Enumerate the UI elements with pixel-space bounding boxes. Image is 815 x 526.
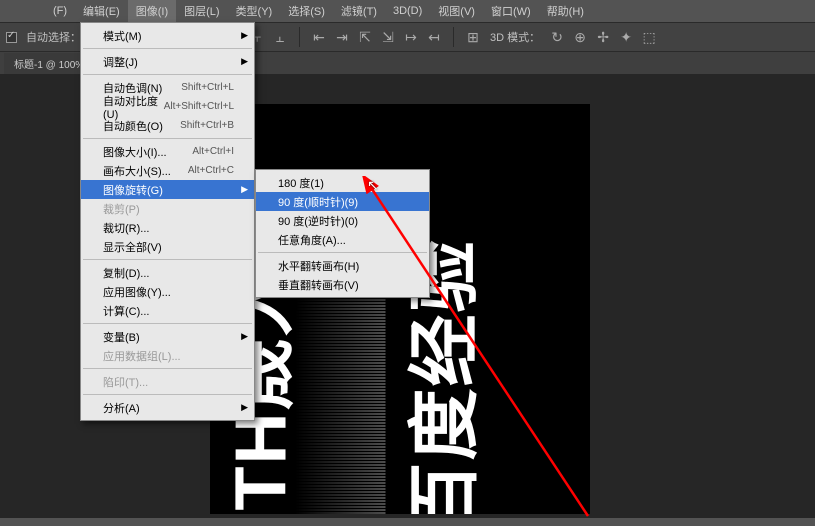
menu-window[interactable]: 窗口(W) <box>483 0 539 22</box>
3d-tool-icon[interactable]: ✢ <box>592 26 614 48</box>
menu-item-variables[interactable]: 变量(B)▶ <box>81 327 254 346</box>
menu-item-90cw[interactable]: 90 度(顺时针)(9) <box>256 192 429 211</box>
rotation-submenu: 180 度(1) 90 度(顺时针)(9) 90 度(逆时针)(0) 任意角度(… <box>255 169 430 298</box>
3d-tool-icon[interactable]: ⬚ <box>638 26 660 48</box>
align-icon[interactable]: ⫠ <box>269 26 291 48</box>
submenu-arrow-icon: ▶ <box>241 331 248 342</box>
menu-item-mode[interactable]: 模式(M)▶ <box>81 26 254 45</box>
menu-item-auto-color[interactable]: 自动颜色(O)Shift+Ctrl+B <box>81 116 254 135</box>
menu-item-duplicate[interactable]: 复制(D)... <box>81 263 254 282</box>
distribute-icon[interactable]: ↦ <box>400 26 422 48</box>
distribute-icon[interactable]: ⇱ <box>354 26 376 48</box>
submenu-arrow-icon: ▶ <box>241 402 248 413</box>
menu-item-90ccw[interactable]: 90 度(逆时针)(0) <box>256 211 429 230</box>
main-menubar: (F) 编辑(E) 图像(I) 图层(L) 类型(Y) 选择(S) 滤镜(T) … <box>0 0 815 22</box>
menu-divider <box>258 252 427 253</box>
3d-tool-icon[interactable]: ↻ <box>546 26 568 48</box>
menu-item-auto-contrast[interactable]: 自动对比度(U)Alt+Shift+Ctrl+L <box>81 97 254 116</box>
3d-tool-icon[interactable]: ⊕ <box>569 26 591 48</box>
menu-select[interactable]: 选择(S) <box>280 0 333 22</box>
menu-item-arbitrary[interactable]: 任意角度(A)... <box>256 230 429 249</box>
menu-3d[interactable]: 3D(D) <box>385 2 430 20</box>
menu-item-flip-v[interactable]: 垂直翻转画布(V) <box>256 275 429 294</box>
document[interactable]: TH晟人 百度经验 <box>210 104 590 514</box>
menu-item-image-rotation[interactable]: 图像旋转(G)▶ <box>81 180 254 199</box>
image-menu-dropdown: 模式(M)▶ 调整(J)▶ 自动色调(N)Shift+Ctrl+L 自动对比度(… <box>80 22 255 421</box>
menu-divider <box>83 138 252 139</box>
menu-item-calculations[interactable]: 计算(C)... <box>81 301 254 320</box>
menu-divider <box>83 394 252 395</box>
menu-item-trap: 陷印(T)... <box>81 372 254 391</box>
distribute-group: ⇤ ⇥ ⇱ ⇲ ↦ ↤ <box>308 26 445 48</box>
auto-select-checkbox[interactable] <box>6 32 17 43</box>
menu-file[interactable]: (F) <box>45 2 75 20</box>
submenu-arrow-icon: ▶ <box>241 56 248 67</box>
menu-divider <box>83 368 252 369</box>
menu-item-reveal-all[interactable]: 显示全部(V) <box>81 237 254 256</box>
distribute-icon[interactable]: ⇲ <box>377 26 399 48</box>
menu-edit[interactable]: 编辑(E) <box>75 0 128 22</box>
menu-divider <box>83 48 252 49</box>
menu-item-trim[interactable]: 裁切(R)... <box>81 218 254 237</box>
mode-label-3d: 3D 模式： <box>490 29 540 45</box>
menu-type[interactable]: 类型(Y) <box>228 0 281 22</box>
menu-image[interactable]: 图像(I) <box>128 0 176 22</box>
menu-item-adjustments[interactable]: 调整(J)▶ <box>81 52 254 71</box>
menu-item-180[interactable]: 180 度(1) <box>256 173 429 192</box>
separator <box>453 27 454 47</box>
distribute-icon[interactable]: ⇥ <box>331 26 353 48</box>
mouse-cursor-icon: ↖ <box>367 177 379 194</box>
toolbar-icon[interactable]: ⊞ <box>462 26 484 48</box>
distribute-icon[interactable]: ↤ <box>423 26 445 48</box>
menu-view[interactable]: 视图(V) <box>430 0 483 22</box>
menu-item-flip-h[interactable]: 水平翻转画布(H) <box>256 256 429 275</box>
menu-layer[interactable]: 图层(L) <box>176 0 227 22</box>
menu-divider <box>83 323 252 324</box>
3d-tool-icon[interactable]: ✦ <box>615 26 637 48</box>
menu-item-apply-data-set: 应用数据组(L)... <box>81 346 254 365</box>
separator <box>299 27 300 47</box>
menu-help[interactable]: 帮助(H) <box>539 0 592 22</box>
distribute-icon[interactable]: ⇤ <box>308 26 330 48</box>
menu-filter[interactable]: 滤镜(T) <box>333 0 385 22</box>
auto-select-label: 自动选择： <box>26 29 81 45</box>
menu-divider <box>83 74 252 75</box>
submenu-arrow-icon: ▶ <box>241 30 248 41</box>
menu-item-analysis[interactable]: 分析(A)▶ <box>81 398 254 417</box>
menu-divider <box>83 259 252 260</box>
submenu-arrow-icon: ▶ <box>241 184 248 195</box>
menu-item-canvas-size[interactable]: 画布大小(S)...Alt+Ctrl+C <box>81 161 254 180</box>
menu-item-image-size[interactable]: 图像大小(I)...Alt+Ctrl+I <box>81 142 254 161</box>
menu-item-crop: 裁剪(P) <box>81 199 254 218</box>
menu-item-apply-image[interactable]: 应用图像(Y)... <box>81 282 254 301</box>
3d-group: ↻ ⊕ ✢ ✦ ⬚ <box>546 26 660 48</box>
